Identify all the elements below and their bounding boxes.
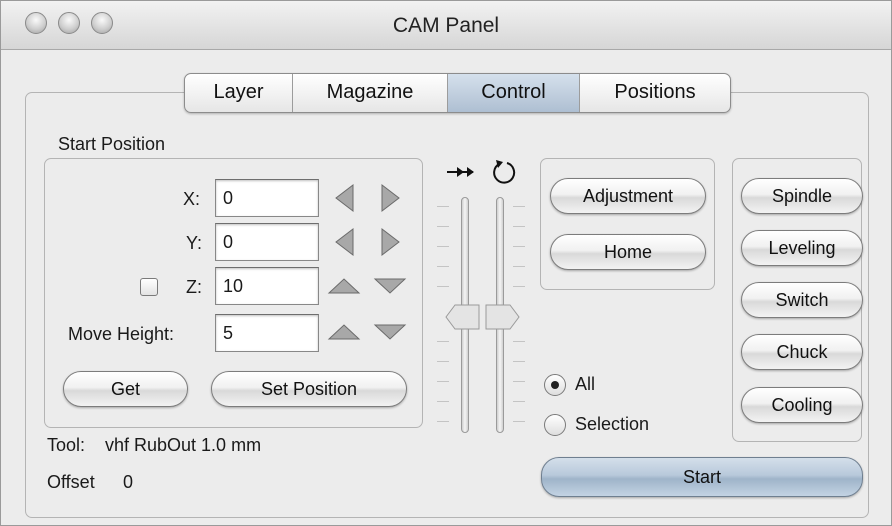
- feed-slider-thumb[interactable]: [445, 303, 481, 331]
- selection-radio[interactable]: [544, 414, 566, 436]
- z-label: Z:: [186, 277, 202, 297]
- title-bar: CAM Panel: [1, 1, 891, 50]
- offset-label: Offset: [47, 472, 95, 492]
- tool-label: Tool:: [47, 435, 86, 455]
- cam-panel-window: CAM Panel Layer Magazine Control Positio…: [0, 0, 892, 526]
- tool-value: vhf RubOut 1.0 mm: [105, 435, 262, 455]
- set-position-button[interactable]: Set Position: [211, 371, 407, 407]
- tab-positions[interactable]: Positions: [580, 74, 730, 112]
- move-height-down-arrow[interactable]: [373, 323, 407, 341]
- x-decrease-arrow[interactable]: [334, 183, 354, 213]
- home-button[interactable]: Home: [550, 234, 706, 270]
- y-label: Y:: [186, 233, 203, 253]
- window-title: CAM Panel: [392, 14, 500, 37]
- start-position-title: Start Position: [58, 134, 166, 154]
- rotation-icon: [493, 160, 516, 184]
- all-label: All: [575, 374, 596, 394]
- double-arrow-right-icon: [447, 167, 474, 177]
- leveling-button[interactable]: Leveling: [741, 230, 863, 266]
- tab-magazine[interactable]: Magazine: [293, 74, 448, 112]
- start-button[interactable]: Start: [541, 457, 863, 497]
- selection-label: Selection: [575, 414, 650, 434]
- z-field[interactable]: 10: [215, 267, 319, 305]
- adjustment-button[interactable]: Adjustment: [550, 178, 706, 214]
- tab-control[interactable]: Control: [448, 74, 580, 112]
- move-height-field[interactable]: 5: [215, 314, 319, 352]
- cooling-button[interactable]: Cooling: [741, 387, 863, 423]
- y-decrease-arrow[interactable]: [334, 227, 354, 257]
- z-enable-checkbox[interactable]: [140, 278, 158, 296]
- get-button[interactable]: Get: [63, 371, 188, 407]
- all-radio[interactable]: [544, 374, 566, 396]
- tab-layer[interactable]: Layer: [185, 74, 293, 112]
- y-field[interactable]: 0: [215, 223, 319, 261]
- x-field[interactable]: 0: [215, 179, 319, 217]
- move-height-up-arrow[interactable]: [327, 323, 361, 341]
- z-up-arrow[interactable]: [327, 277, 361, 295]
- speed-slider-thumb[interactable]: [485, 303, 521, 331]
- move-height-label: Move Height:: [68, 324, 175, 344]
- offset-value: 0: [123, 472, 134, 492]
- x-label: X:: [183, 189, 201, 209]
- z-down-arrow[interactable]: [373, 277, 407, 295]
- tab-bar: Layer Magazine Control Positions: [184, 73, 731, 113]
- chuck-button[interactable]: Chuck: [741, 334, 863, 370]
- switch-button[interactable]: Switch: [741, 282, 863, 318]
- spindle-button[interactable]: Spindle: [741, 178, 863, 214]
- y-increase-arrow[interactable]: [381, 227, 401, 257]
- x-increase-arrow[interactable]: [381, 183, 401, 213]
